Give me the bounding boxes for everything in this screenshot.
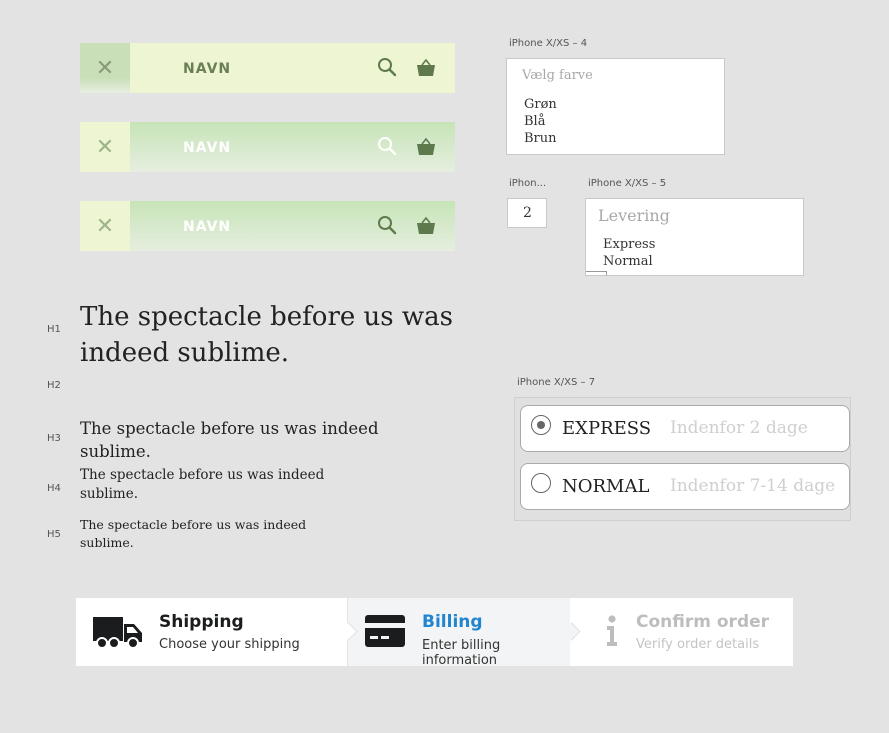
heading-5: The spectacle before us was indeed subli… bbox=[80, 517, 307, 550]
step-subtitle: Choose your shipping bbox=[159, 637, 300, 652]
h4-tag: H4 bbox=[47, 483, 61, 494]
basket-icon[interactable] bbox=[416, 58, 436, 78]
checkout-stepper: Shipping Choose your shipping Billing En… bbox=[76, 598, 793, 668]
frame-label: iPhone X/XS – 4 bbox=[509, 38, 588, 49]
search-icon[interactable] bbox=[377, 136, 397, 156]
nav-title: NAVN bbox=[183, 61, 232, 77]
h5-tag: H5 bbox=[47, 529, 61, 540]
nav-bar-body: NAVN bbox=[130, 201, 455, 251]
heading-1: The spectacle before us was indeed subli… bbox=[80, 302, 453, 368]
search-icon[interactable] bbox=[377, 215, 397, 235]
close-icon[interactable]: ✕ bbox=[80, 43, 130, 93]
option-normal[interactable]: Normal bbox=[603, 254, 653, 269]
step-confirm-order: Confirm order Verify order details bbox=[571, 598, 793, 666]
step-title: Shipping bbox=[159, 612, 244, 632]
step-title: Confirm order bbox=[636, 612, 770, 632]
nav-bar-3: ✕ NAVN bbox=[80, 201, 455, 251]
heading-4: The spectacle before us was indeed subli… bbox=[80, 467, 325, 502]
basket-icon[interactable] bbox=[416, 216, 436, 236]
color-select[interactable]: Vælg farve Grøn Blå Brun bbox=[506, 58, 725, 155]
frame-label: iPhone X/XS – 5 bbox=[588, 178, 667, 189]
info-icon bbox=[607, 615, 617, 646]
nav-title: NAVN bbox=[183, 219, 232, 235]
frame-label: iPhone X/XS – 7 bbox=[517, 377, 596, 388]
close-icon[interactable]: ✕ bbox=[80, 201, 130, 251]
nav-title: NAVN bbox=[183, 140, 232, 156]
nav-bar-body: NAVN bbox=[130, 122, 455, 172]
step-shipping[interactable]: Shipping Choose your shipping bbox=[76, 598, 348, 666]
step-subtitle: Enter billing information bbox=[422, 638, 501, 668]
radio-option-name: NORMAL bbox=[562, 476, 650, 497]
radio-option-desc: Indenfor 7-14 dage bbox=[670, 476, 836, 496]
select-placeholder: Levering bbox=[598, 206, 670, 225]
close-icon[interactable]: ✕ bbox=[80, 122, 130, 172]
radio-button[interactable] bbox=[531, 473, 551, 493]
h3-tag: H3 bbox=[47, 433, 61, 444]
credit-card-icon bbox=[365, 615, 405, 647]
quantity-value: 2 bbox=[523, 205, 532, 221]
radio-button[interactable] bbox=[531, 415, 551, 435]
search-icon[interactable] bbox=[377, 57, 397, 77]
radio-option-normal[interactable]: NORMAL Indenfor 7-14 dage bbox=[520, 463, 850, 510]
step-subtitle: Verify order details bbox=[636, 637, 760, 652]
quantity-input[interactable]: 2 bbox=[507, 198, 547, 228]
basket-icon[interactable] bbox=[416, 137, 436, 157]
option-brown[interactable]: Brun bbox=[524, 131, 557, 146]
delivery-select[interactable]: Levering Express Normal bbox=[585, 198, 804, 276]
h2-tag: H2 bbox=[47, 380, 61, 391]
select-placeholder: Vælg farve bbox=[522, 68, 593, 83]
nav-bar-1: ✕ NAVN bbox=[80, 43, 455, 93]
radio-option-name: EXPRESS bbox=[562, 418, 652, 439]
option-express[interactable]: Express bbox=[603, 237, 655, 252]
nav-bar-body: NAVN bbox=[130, 43, 455, 93]
radio-dot bbox=[537, 421, 545, 429]
option-green[interactable]: Grøn bbox=[524, 97, 557, 112]
frame-label: iPhon... bbox=[509, 178, 547, 189]
step-billing[interactable]: Billing Enter billing information bbox=[348, 598, 570, 668]
heading-3: The spectacle before us was indeed subli… bbox=[80, 419, 379, 461]
h1-tag: H1 bbox=[47, 324, 61, 335]
step-title: Billing bbox=[422, 612, 483, 632]
radio-option-express[interactable]: EXPRESS Indenfor 2 dage bbox=[520, 405, 850, 452]
nav-bar-2: ✕ NAVN bbox=[80, 122, 455, 172]
option-blue[interactable]: Blå bbox=[524, 114, 545, 129]
truck-icon bbox=[93, 617, 142, 649]
radio-option-desc: Indenfor 2 dage bbox=[670, 418, 808, 438]
resize-handle[interactable] bbox=[586, 271, 607, 275]
